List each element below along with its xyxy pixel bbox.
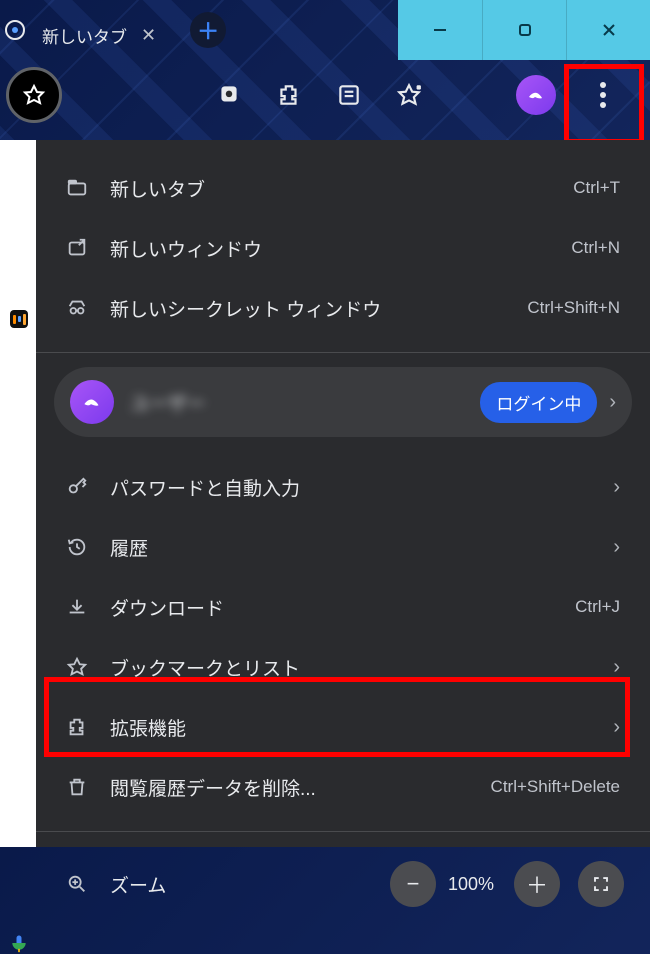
trash-icon <box>66 776 110 798</box>
tab-title: 新しいタブ <box>42 23 127 48</box>
menu-item-clear-browsing-data[interactable]: 閲覧履歴データを削除... Ctrl+Shift+Delete <box>36 757 650 817</box>
menu-item-passwords[interactable]: パスワードと自動入力 › <box>36 457 650 517</box>
profile-name: ユーザー <box>130 389 480 416</box>
menu-label: ズーム <box>110 871 382 898</box>
close-tab-icon[interactable]: ✕ <box>139 23 158 48</box>
star-icon <box>66 656 110 678</box>
menu-item-new-tab[interactable]: 新しいタブ Ctrl+T <box>36 158 650 218</box>
tab-icon <box>66 177 110 199</box>
window-icon <box>66 237 110 259</box>
menu-label: 新しいウィンドウ <box>110 235 571 262</box>
lens-icon[interactable] <box>148 74 190 116</box>
maximize-button[interactable] <box>482 0 566 60</box>
browser-main-menu: 新しいタブ Ctrl+T 新しいウィンドウ Ctrl+N 新しいシークレット ウ… <box>36 140 650 847</box>
bookmark-star-button[interactable] <box>6 67 62 123</box>
menu-shortcut: Ctrl+Shift+Delete <box>491 777 620 797</box>
reading-list-icon[interactable] <box>328 74 370 116</box>
more-menu-button[interactable] <box>574 66 632 124</box>
menu-shortcut: Ctrl+T <box>573 178 620 198</box>
menu-separator <box>36 352 650 353</box>
avatar-icon <box>70 380 114 424</box>
toolbar <box>0 60 650 130</box>
active-tab[interactable]: 新しいタブ ✕ <box>32 12 172 58</box>
zoom-percent: 100% <box>436 874 506 895</box>
menu-label: 拡張機能 <box>110 714 590 741</box>
incognito-icon <box>66 297 110 319</box>
close-window-button[interactable] <box>566 0 650 60</box>
chevron-right-icon: › <box>609 391 616 414</box>
tab-strip: 新しいタブ ✕ ＋ <box>0 0 398 60</box>
menu-item-downloads[interactable]: ダウンロード Ctrl+J <box>36 577 650 637</box>
menu-item-incognito[interactable]: 新しいシークレット ウィンドウ Ctrl+Shift+N <box>36 278 650 338</box>
login-status-badge: ログイン中 <box>480 382 597 423</box>
new-tab-button[interactable]: ＋ <box>190 12 226 48</box>
fullscreen-button[interactable] <box>578 861 624 907</box>
menu-shortcut: Ctrl+J <box>575 597 620 617</box>
notification-icon[interactable] <box>208 74 250 116</box>
profile-avatar[interactable] <box>516 75 556 115</box>
menu-shortcut: Ctrl+Shift+N <box>527 298 620 318</box>
chevron-right-icon: › <box>590 536 620 559</box>
menu-item-new-window[interactable]: 新しいウィンドウ Ctrl+N <box>36 218 650 278</box>
download-icon <box>66 596 110 618</box>
favorites-icon[interactable] <box>388 74 430 116</box>
menu-label: 新しいシークレット ウィンドウ <box>110 295 527 322</box>
menu-shortcut: Ctrl+N <box>571 238 620 258</box>
titlebar: 新しいタブ ✕ ＋ <box>0 0 650 60</box>
page-background <box>0 140 36 847</box>
google-mic-icon <box>8 932 30 954</box>
puzzle-icon <box>66 716 110 738</box>
analytics-widget-icon <box>10 310 28 328</box>
zoom-icon <box>66 873 110 895</box>
menu-item-zoom: ズーム − 100% ＋ <box>36 846 650 922</box>
chevron-right-icon: › <box>590 716 620 739</box>
chevron-right-icon: › <box>590 476 620 499</box>
minimize-button[interactable] <box>398 0 482 60</box>
key-icon <box>66 476 110 498</box>
menu-label: 履歴 <box>110 534 590 561</box>
menu-label: ブックマークとリスト <box>110 654 590 681</box>
menu-item-profile[interactable]: ユーザー ログイン中 › <box>54 367 632 437</box>
menu-item-bookmarks[interactable]: ブックマークとリスト › <box>36 637 650 697</box>
menu-label: 閲覧履歴データを削除... <box>110 774 491 801</box>
menu-separator <box>36 831 650 832</box>
window-controls <box>398 0 650 60</box>
zoom-in-button[interactable]: ＋ <box>514 861 560 907</box>
chevron-right-icon: › <box>590 656 620 679</box>
menu-label: 新しいタブ <box>110 175 573 202</box>
history-icon <box>66 536 110 558</box>
menu-item-extensions[interactable]: 拡張機能 › <box>36 697 650 757</box>
browser-favicon <box>2 17 28 43</box>
zoom-out-button[interactable]: − <box>390 861 436 907</box>
menu-label: パスワードと自動入力 <box>110 474 590 501</box>
menu-item-history[interactable]: 履歴 › <box>36 517 650 577</box>
menu-label: ダウンロード <box>110 594 575 621</box>
extensions-icon[interactable] <box>268 74 310 116</box>
